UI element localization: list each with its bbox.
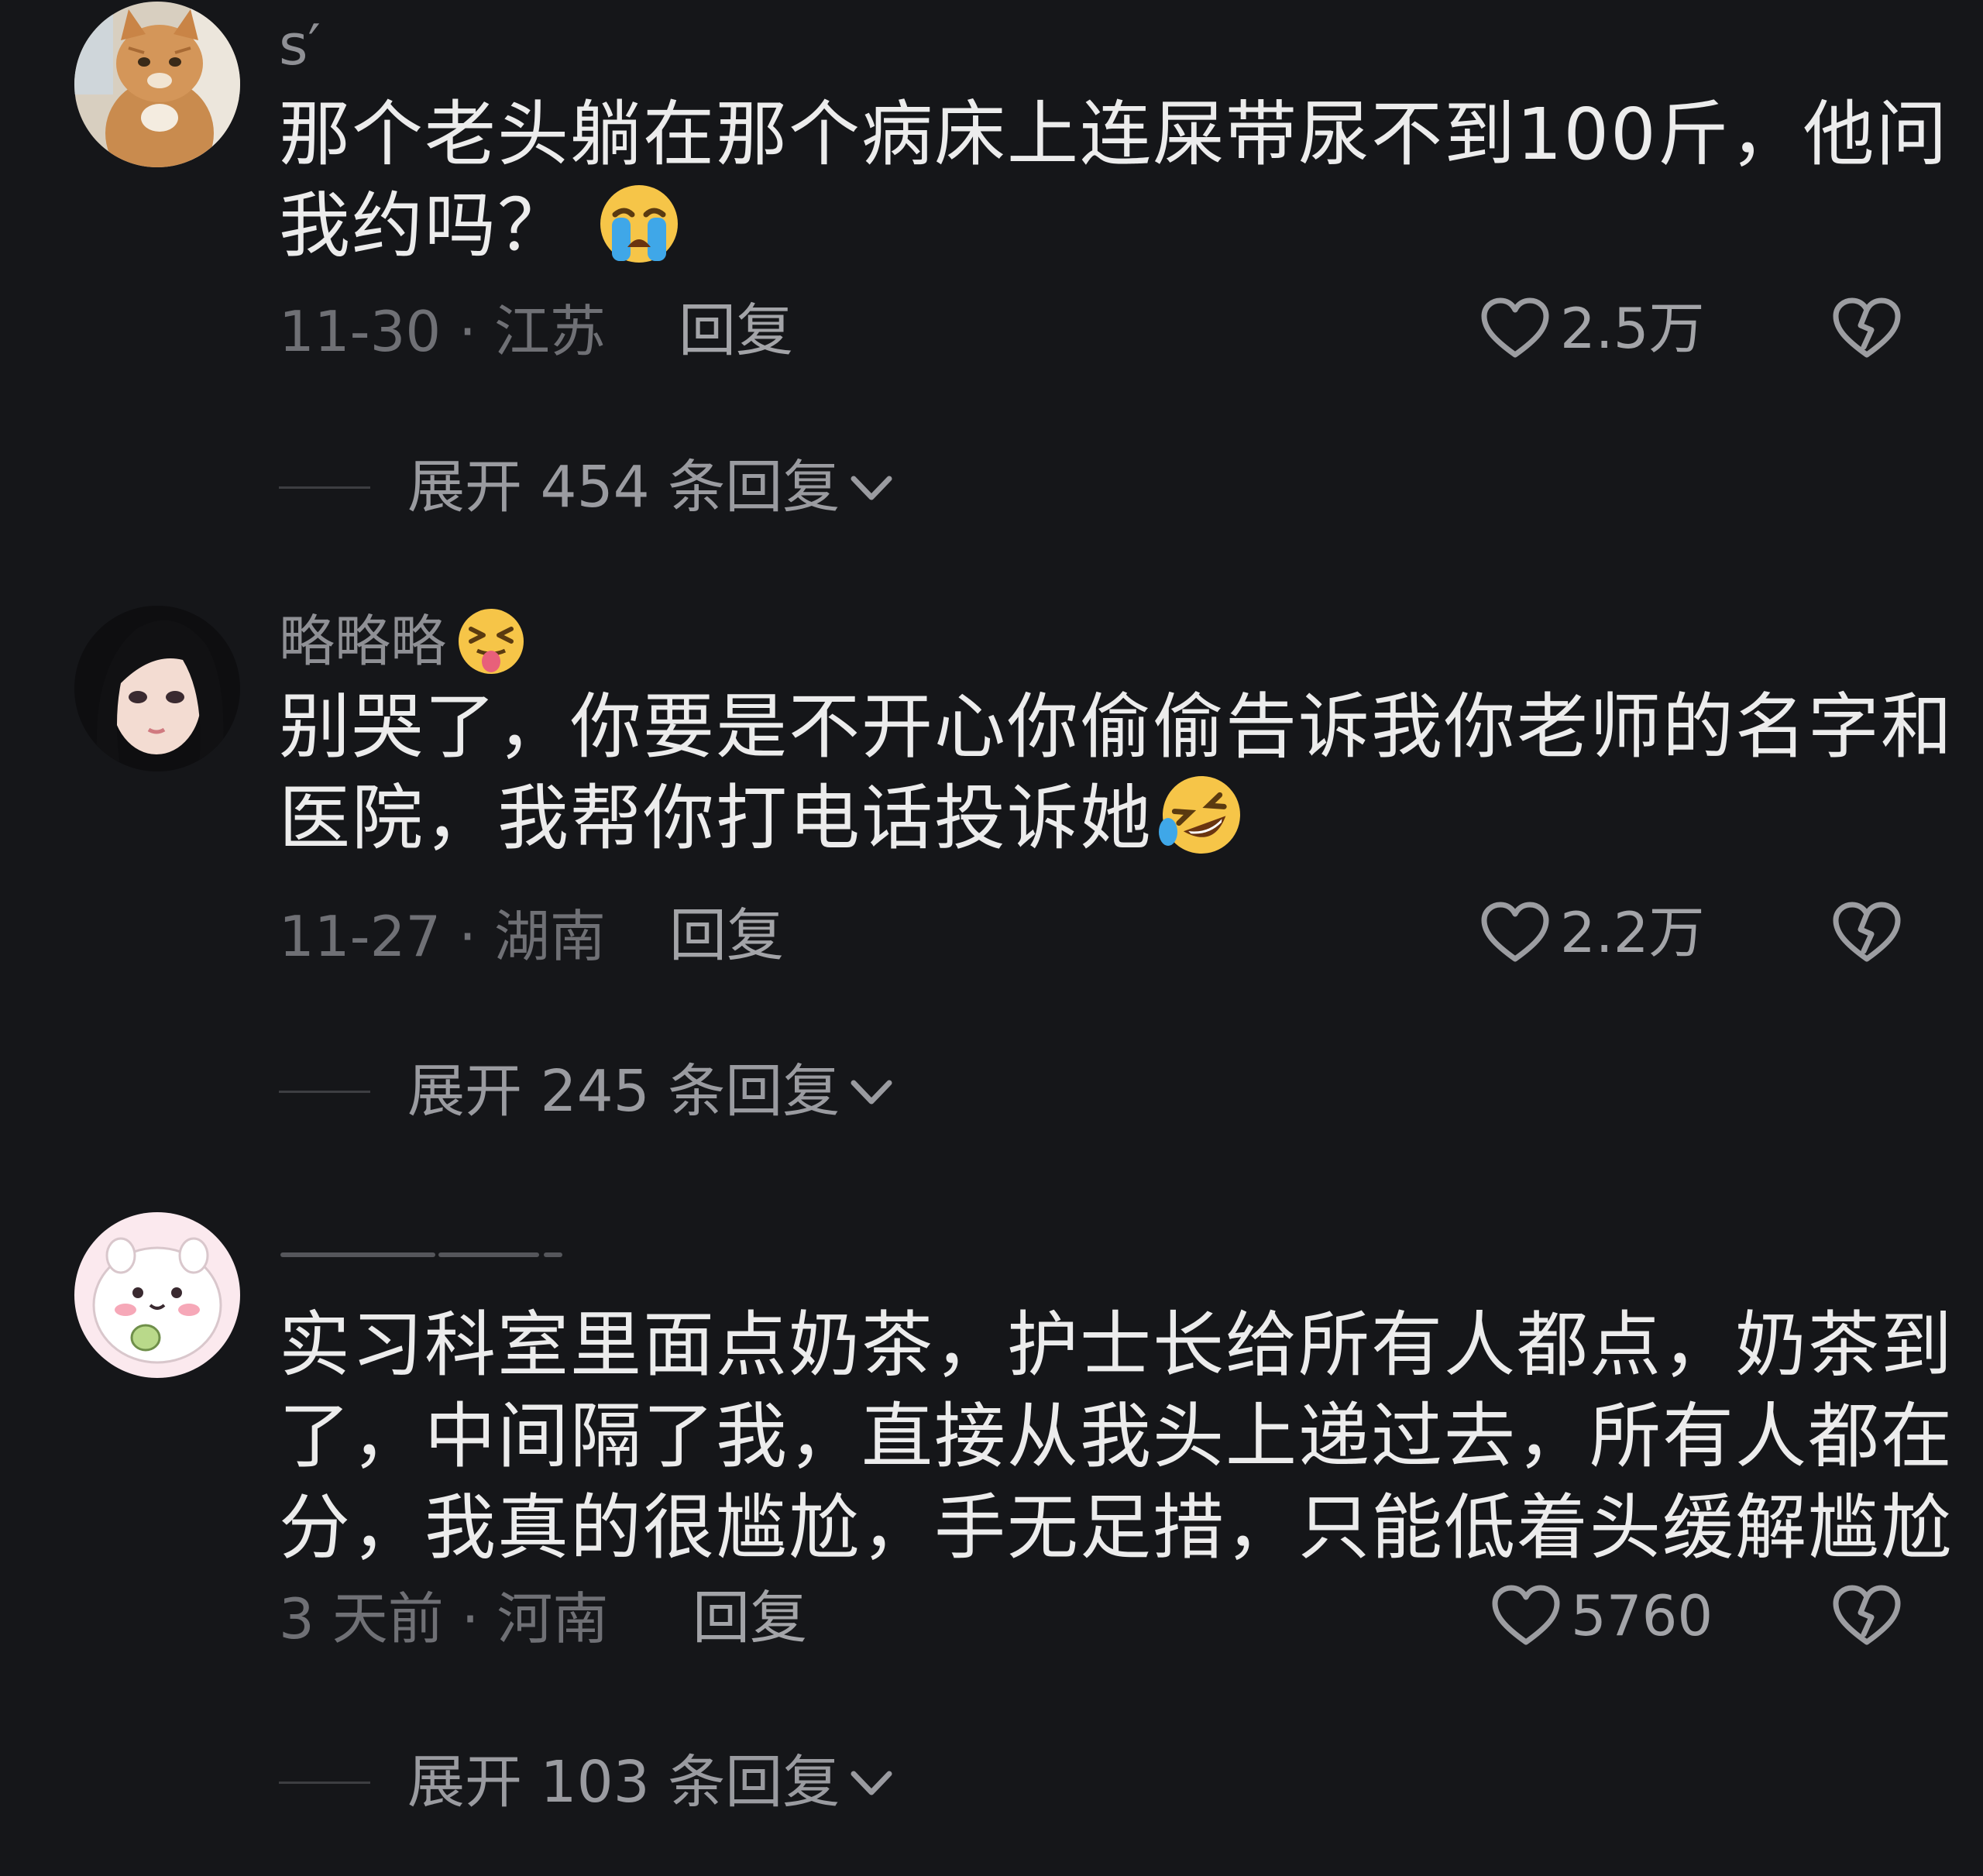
username[interactable]: 略略略 — [279, 606, 527, 685]
comment-text-line: 了，中间隔了我，直接从我头上递过去，所有人都在 — [279, 1395, 1954, 1478]
comment-date-location: 3 天前 · 河南 — [279, 1586, 609, 1651]
squinting-tongue-face-emoji-icon — [455, 606, 527, 685]
comment-text-segment: 医院，我帮你打电话投诉她 — [279, 777, 1153, 860]
reply-button[interactable]: 回复 — [693, 1589, 807, 1647]
expand-replies-label: 展开 454 条回复 — [407, 454, 840, 521]
like-count: 2.2万 — [1560, 900, 1705, 965]
expand-replies-button[interactable]: 展开 103 条回复 — [279, 1754, 899, 1811]
chevron-down-icon — [851, 1771, 892, 1795]
reply-button[interactable]: 回复 — [679, 302, 793, 359]
like-button[interactable]: 2.2万 — [1478, 895, 1705, 970]
heart-outline-icon — [1492, 1585, 1560, 1645]
comment-text-segment: 我约吗？ — [279, 184, 571, 267]
comment-text-line: 我约吗？ — [279, 180, 1890, 286]
chevron-down-icon — [851, 1080, 892, 1105]
expand-replies-button[interactable]: 展开 245 条回复 — [279, 1063, 899, 1120]
like-button[interactable]: 5760 — [1489, 1579, 1713, 1653]
username-placeholder-line — [544, 1252, 562, 1257]
username-placeholder-line — [280, 1252, 435, 1257]
comment-text-line: 分，我真的很尴尬，手无足措，只能低着头缓解尴尬 — [279, 1486, 1954, 1569]
comment-item: 实习科室里面点奶茶，护士长给所有人都点，奶茶到 了，中间隔了我，直接从我头上递过… — [0, 1193, 1983, 1876]
comment-date-location: 11-30 · 江苏 — [279, 299, 606, 364]
avatar[interactable] — [74, 1212, 240, 1378]
comment-text-line: 医院，我帮你打电话投诉她 — [279, 773, 1890, 878]
divider — [279, 486, 370, 489]
dislike-button[interactable] — [1830, 291, 1904, 366]
comment-text-line: 实习科室里面点奶茶，护士长给所有人都点，奶茶到 — [279, 1304, 1954, 1386]
orange-cat-avatar-icon — [74, 2, 240, 167]
broken-heart-outline-icon — [1833, 902, 1901, 962]
comment-text-line: 别哭了，你要是不开心你偷偷告诉我你老师的名字和 — [279, 685, 1954, 768]
broken-heart-outline-icon — [1833, 1585, 1901, 1645]
username-placeholder-line — [438, 1252, 539, 1257]
like-count: 2.5万 — [1560, 296, 1705, 361]
broken-heart-outline-icon — [1833, 297, 1901, 358]
avatar[interactable] — [74, 606, 240, 771]
heart-outline-icon — [1481, 297, 1549, 358]
dislike-button[interactable] — [1830, 895, 1904, 970]
comment-text: 别哭了，你要是不开心你偷偷告诉我你老师的名字和 医院，我帮你打电话投诉她 — [279, 682, 1954, 878]
username[interactable]: s′ — [279, 17, 321, 73]
anime-girl-avatar-icon — [74, 606, 240, 771]
reply-button[interactable]: 回复 — [669, 907, 784, 964]
heart-outline-icon — [1481, 902, 1549, 962]
divider — [279, 1090, 370, 1093]
rolling-on-floor-laughing-emoji-icon — [1156, 773, 1247, 878]
expand-replies-label: 展开 245 条回复 — [407, 1058, 840, 1125]
avatar[interactable] — [74, 2, 240, 167]
comment-date-location: 11-27 · 湖南 — [279, 904, 606, 969]
like-count: 5760 — [1571, 1583, 1713, 1648]
chevron-down-icon — [851, 476, 892, 500]
like-button[interactable]: 2.5万 — [1478, 291, 1705, 366]
comment-text: 实习科室里面点奶茶，护士长给所有人都点，奶茶到 了，中间隔了我，直接从我头上递过… — [279, 1300, 1954, 1574]
comment-text-line: 那个老头躺在那个病床上连屎带尿不到100斤，他问 — [279, 93, 1949, 176]
white-hamster-avatar-icon — [74, 1212, 240, 1378]
comment-item: s′ 那个老头躺在那个病床上连屎带尿不到100斤，他问 我约吗？ 11-30 ·… — [0, 0, 1983, 589]
username-text: 略略略 — [279, 609, 447, 675]
divider — [279, 1781, 370, 1784]
expand-replies-button[interactable]: 展开 454 条回复 — [279, 459, 899, 516]
comment-item: 略略略 别哭了，你要是不开心你偷偷告诉我你老师的名字和 医院，我帮你打电话投诉她 — [0, 589, 1983, 1193]
dislike-button[interactable] — [1830, 1579, 1904, 1653]
expand-replies-label: 展开 103 条回复 — [407, 1749, 840, 1816]
loudly-crying-face-emoji-icon — [593, 184, 685, 286]
comment-text: 那个老头躺在那个病床上连屎带尿不到100斤，他问 我约吗？ — [279, 89, 1949, 286]
